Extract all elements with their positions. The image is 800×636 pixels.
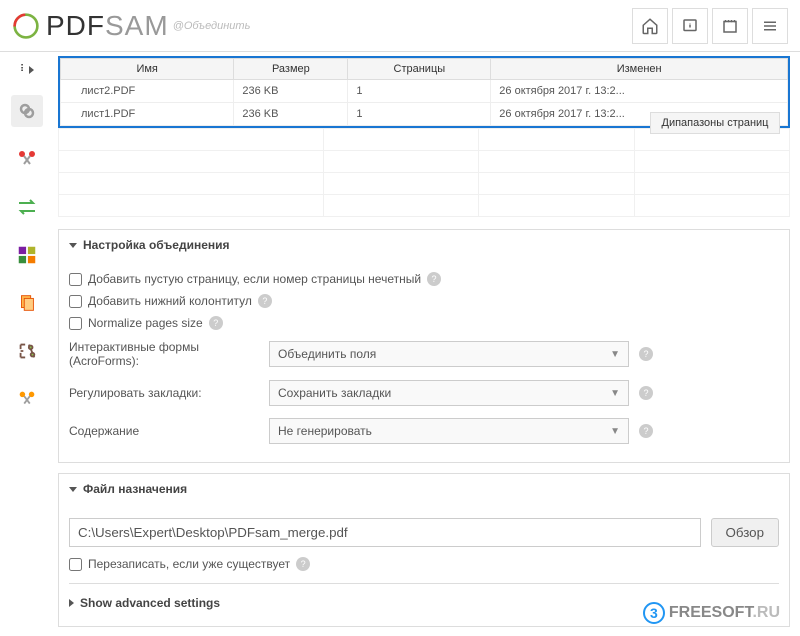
- label-acroforms: Интерактивные формы (AcroForms):: [69, 340, 259, 368]
- checkbox-normalize[interactable]: [69, 317, 82, 330]
- sidebar-splitbybookmark-icon[interactable]: [11, 383, 43, 415]
- sidebar-splitbysize-icon[interactable]: [11, 335, 43, 367]
- label-toc: Содержание: [69, 424, 259, 438]
- select-toc[interactable]: Не генерировать▼: [269, 418, 629, 444]
- sidebar-merge-icon[interactable]: [11, 95, 43, 127]
- checkbox-overwrite[interactable]: [69, 558, 82, 571]
- sidebar-rotate-icon[interactable]: [11, 287, 43, 319]
- help-icon[interactable]: ?: [639, 424, 653, 438]
- merge-settings-panel: Настройка объединения Добавить пустую ст…: [58, 229, 790, 463]
- pdfsam-logo-icon: [12, 12, 40, 40]
- col-page-ranges[interactable]: Дипапазоны страниц: [650, 112, 780, 134]
- log-button[interactable]: [712, 8, 748, 44]
- app-logo: PDFSAM @Объединить: [12, 10, 250, 42]
- help-icon[interactable]: ?: [296, 557, 310, 571]
- module-subtitle: @Объединить: [173, 20, 251, 32]
- merge-settings-toggle[interactable]: Настройка объединения: [59, 230, 789, 260]
- home-button[interactable]: [632, 8, 668, 44]
- select-bookmarks[interactable]: Сохранить закладки▼: [269, 380, 629, 406]
- logo-text-sam: SAM: [105, 10, 169, 41]
- col-name[interactable]: Имя: [61, 59, 234, 80]
- label-bookmarks: Регулировать закладки:: [69, 386, 259, 400]
- menu-button[interactable]: [752, 8, 788, 44]
- table-row[interactable]: лист2.PDF 236 KB 1 26 октября 2017 г. 13…: [61, 80, 788, 103]
- watermark: 3 FREESOFT.RU: [643, 602, 780, 624]
- help-icon[interactable]: ?: [427, 272, 441, 286]
- col-size[interactable]: Размер: [234, 59, 348, 80]
- watermark-icon: 3: [643, 602, 665, 624]
- destination-path-input[interactable]: [69, 518, 701, 547]
- destination-toggle[interactable]: Файл назначения: [59, 474, 789, 504]
- checkbox-footer[interactable]: [69, 295, 82, 308]
- checkbox-blank-page[interactable]: [69, 273, 82, 286]
- col-modified[interactable]: Изменен: [491, 59, 788, 80]
- select-acroforms[interactable]: Объединить поля▼: [269, 341, 629, 367]
- sidebar-expand-toggle[interactable]: ⠇: [16, 60, 38, 79]
- notifications-button[interactable]: [672, 8, 708, 44]
- help-icon[interactable]: ?: [258, 294, 272, 308]
- sidebar-extract-icon[interactable]: [11, 239, 43, 271]
- browse-button[interactable]: Обзор: [711, 518, 780, 547]
- help-icon[interactable]: ?: [209, 316, 223, 330]
- sidebar-split-icon[interactable]: [11, 143, 43, 175]
- sidebar-alternate-icon[interactable]: [11, 191, 43, 223]
- help-icon[interactable]: ?: [639, 347, 653, 361]
- help-icon[interactable]: ?: [639, 386, 653, 400]
- logo-text-pdf: PDF: [46, 10, 105, 41]
- col-pages[interactable]: Страницы: [348, 59, 491, 80]
